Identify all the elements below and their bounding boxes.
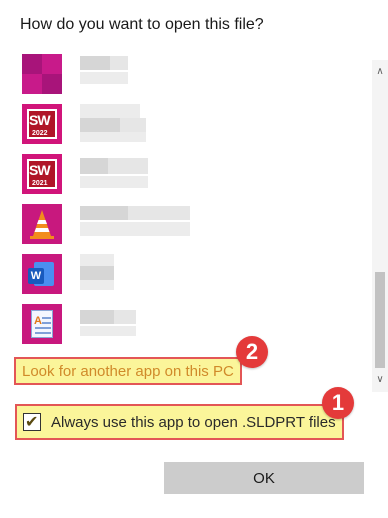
scroll-thumb[interactable] <box>375 272 385 368</box>
app-list-item[interactable]: A <box>22 304 352 344</box>
wordpad-icon: A <box>22 304 62 344</box>
app-list-item[interactable]: SW 2022 <box>22 104 352 144</box>
magenta-tile-app-icon <box>22 54 62 94</box>
app-list-item[interactable]: SW 2021 <box>22 154 352 194</box>
app-name-redacted <box>80 54 240 94</box>
look-for-another-app-link[interactable]: Look for another app on this PC <box>14 357 242 385</box>
solidworks-2021-icon: SW 2021 <box>22 154 62 194</box>
word-icon: W <box>22 254 62 294</box>
scroll-down-arrow-icon[interactable]: ∨ <box>372 372 388 388</box>
app-list-item[interactable] <box>22 54 352 94</box>
vlc-cone-icon <box>22 204 62 244</box>
checkmark-icon: ✔ <box>25 414 39 431</box>
app-list-item[interactable] <box>22 204 352 244</box>
app-name-redacted <box>80 304 240 344</box>
scroll-up-arrow-icon[interactable]: ∧ <box>372 64 388 80</box>
app-name-redacted <box>80 104 240 144</box>
always-use-label: Always use this app to open .SLDPRT file… <box>51 413 336 431</box>
app-list-scrollbar[interactable]: ∧ ∨ <box>372 60 388 392</box>
always-use-checkbox[interactable]: ✔ <box>23 413 41 431</box>
solidworks-2022-icon: SW 2022 <box>22 104 62 144</box>
app-name-redacted <box>80 154 240 194</box>
step-badge-2: 2 <box>236 336 268 368</box>
step-badge-1: 1 <box>322 387 354 419</box>
app-list: SW 2022 SW 2021 W A <box>0 50 370 350</box>
ok-button[interactable]: OK <box>164 462 364 494</box>
app-name-redacted <box>80 204 240 244</box>
app-list-item[interactable]: W <box>22 254 352 294</box>
dialog-title: How do you want to open this file? <box>20 16 264 33</box>
always-use-checkbox-row[interactable]: ✔ Always use this app to open .SLDPRT fi… <box>15 404 344 440</box>
app-name-redacted <box>80 254 240 294</box>
